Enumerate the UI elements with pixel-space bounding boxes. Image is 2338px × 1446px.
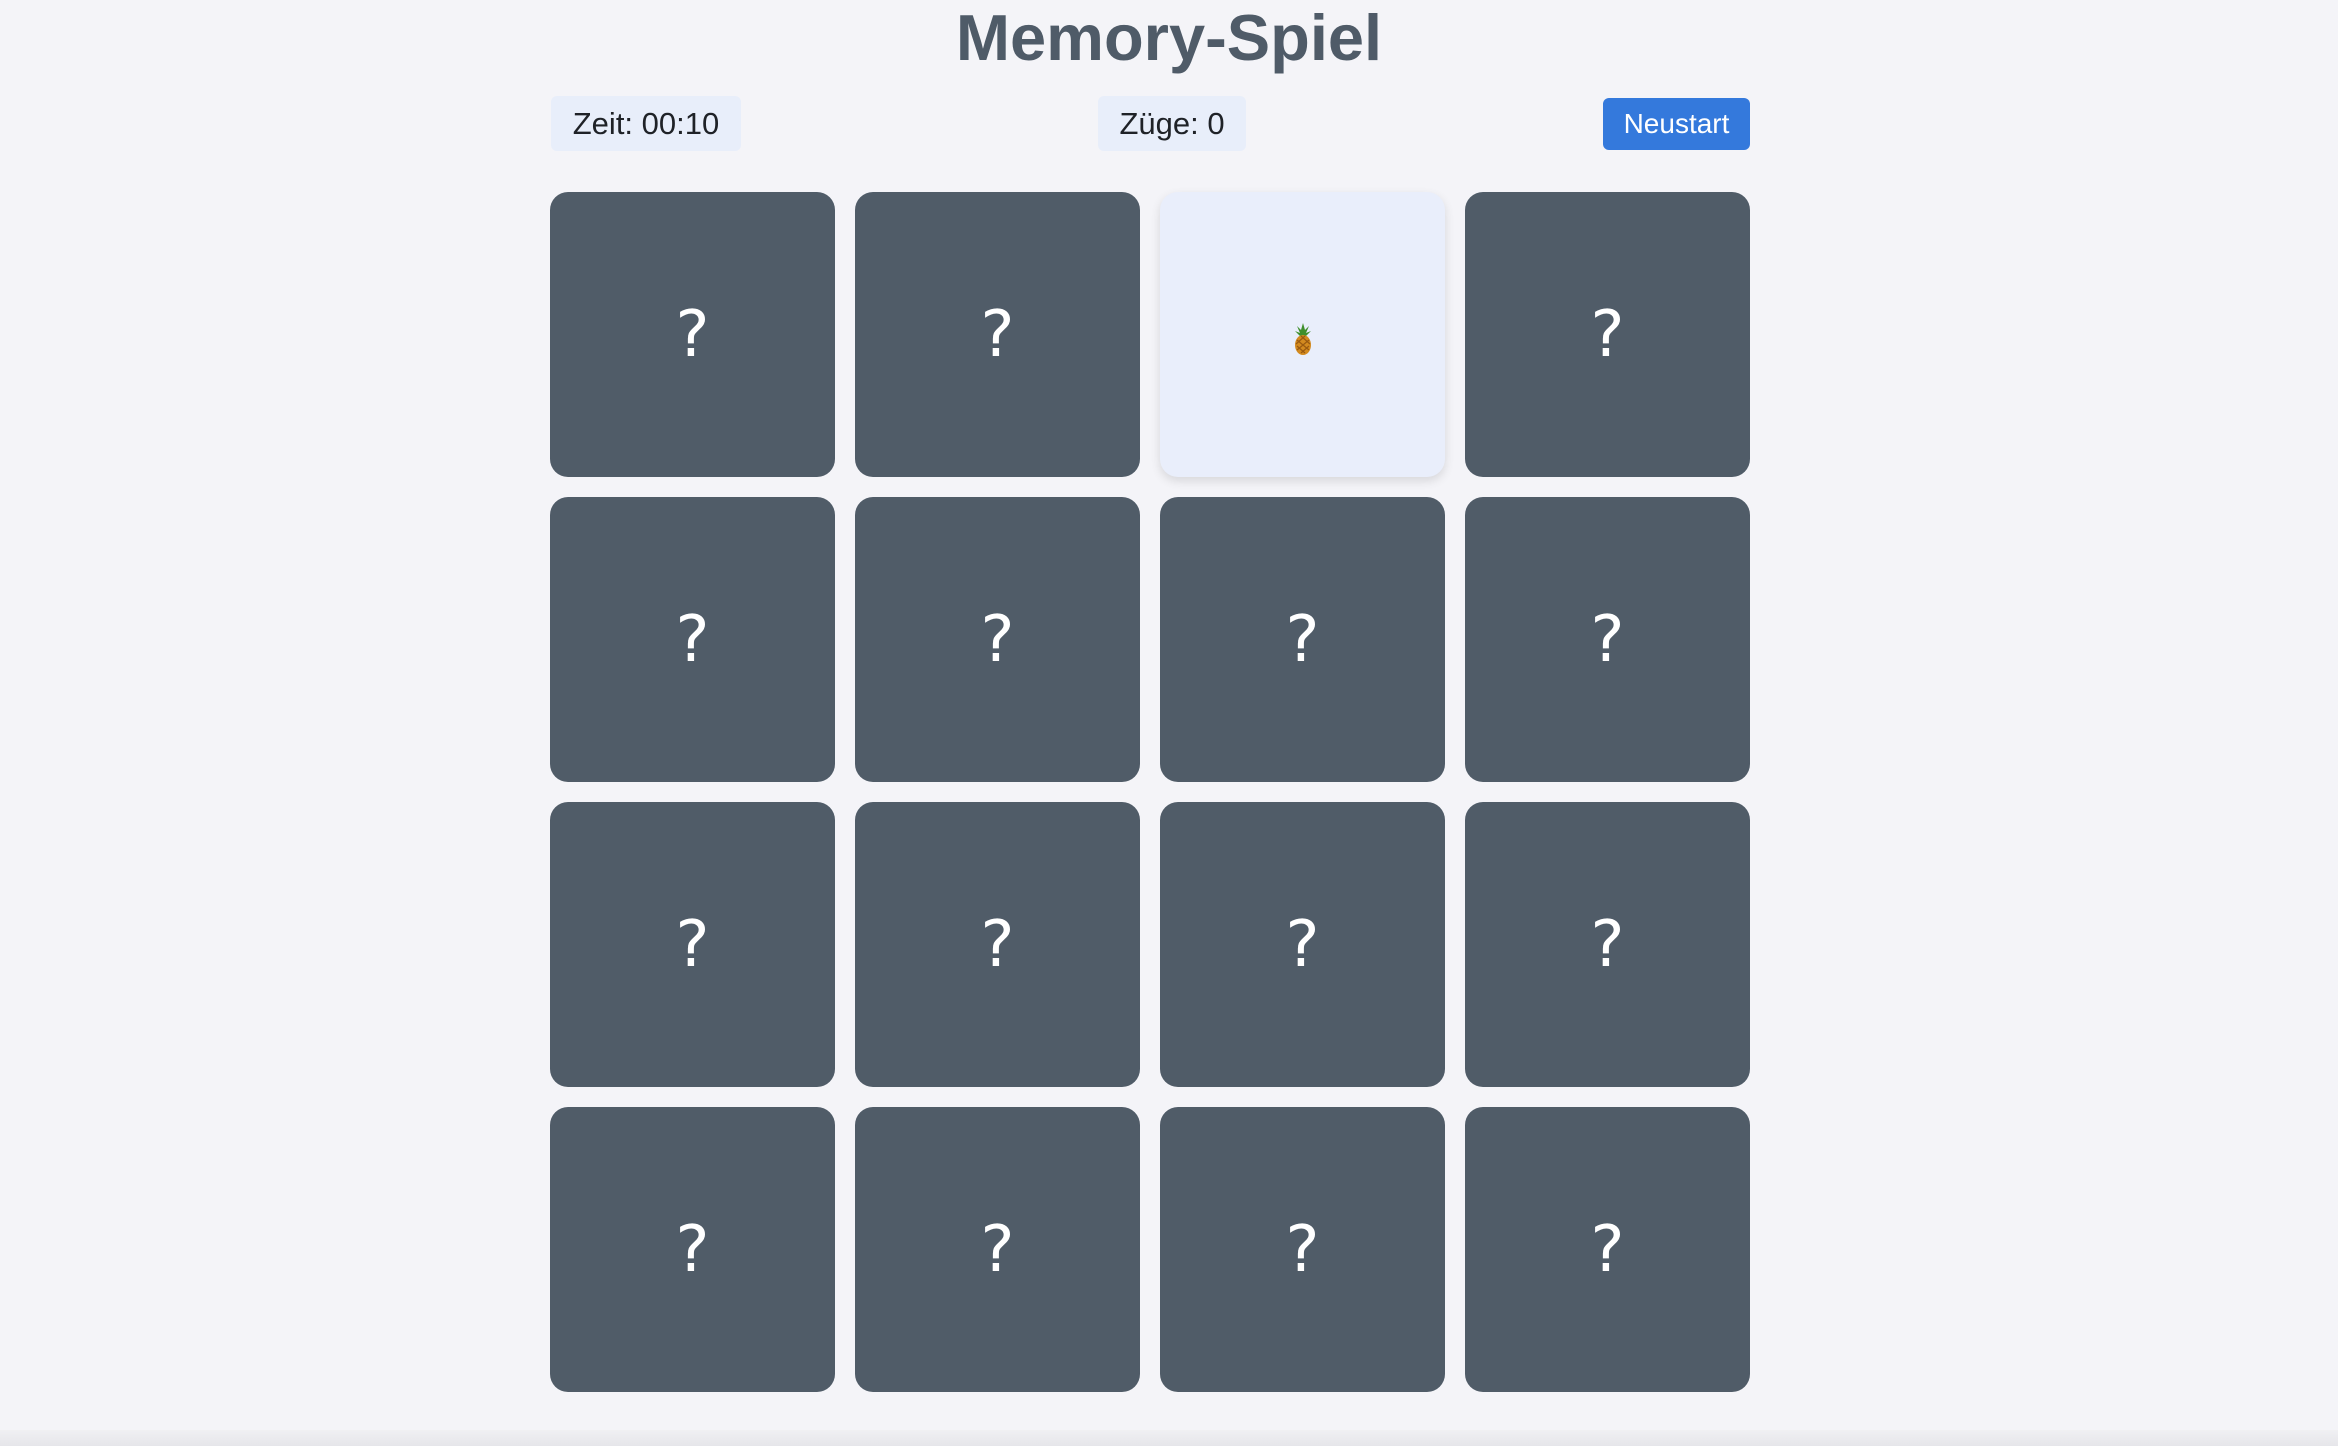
card-hidden-symbol: ? [1590, 602, 1625, 677]
memory-card[interactable]: ? [855, 192, 1140, 477]
card-hidden-symbol: ? [980, 602, 1015, 677]
game-board: ? ? ? ? ? ? ? ? ? ? ? ? ? ? ? [550, 192, 1750, 1392]
card-hidden-symbol: ? [1590, 1212, 1625, 1287]
card-hidden-symbol: ? [980, 297, 1015, 372]
card-hidden-symbol: ? [1590, 907, 1625, 982]
card-hidden-symbol: ? [675, 297, 710, 372]
memory-card[interactable]: ? [1160, 497, 1445, 782]
card-hidden-symbol: ? [1285, 907, 1320, 982]
restart-button[interactable]: Neustart [1603, 98, 1750, 150]
pineapple-icon [1292, 298, 1314, 372]
memory-card[interactable]: ? [550, 192, 835, 477]
memory-card[interactable]: ? [1465, 497, 1750, 782]
card-hidden-symbol: ? [1285, 602, 1320, 677]
memory-card-revealed[interactable] [1160, 192, 1445, 477]
memory-card[interactable]: ? [1465, 192, 1750, 477]
card-hidden-symbol: ? [1285, 1212, 1320, 1287]
memory-card[interactable]: ? [1465, 1107, 1750, 1392]
memory-card[interactable]: ? [1160, 1107, 1445, 1392]
card-hidden-symbol: ? [980, 907, 1015, 982]
timer-display: Zeit: 00:10 [551, 96, 741, 151]
memory-card[interactable]: ? [550, 1107, 835, 1392]
memory-card[interactable]: ? [855, 802, 1140, 1087]
page-title: Memory-Spiel [955, 1, 1383, 74]
card-hidden-symbol: ? [675, 602, 710, 677]
memory-card[interactable]: ? [550, 497, 835, 782]
bottom-edge [0, 1430, 2338, 1446]
memory-card[interactable]: ? [855, 497, 1140, 782]
memory-card[interactable]: ? [1160, 802, 1445, 1087]
card-hidden-symbol: ? [1590, 297, 1625, 372]
memory-card[interactable]: ? [855, 1107, 1140, 1392]
memory-card[interactable]: ? [1465, 802, 1750, 1087]
moves-counter: Züge: 0 [1098, 96, 1246, 151]
card-hidden-symbol: ? [980, 1212, 1015, 1287]
card-hidden-symbol: ? [675, 907, 710, 982]
card-hidden-symbol: ? [675, 1212, 710, 1287]
memory-card[interactable]: ? [550, 802, 835, 1087]
